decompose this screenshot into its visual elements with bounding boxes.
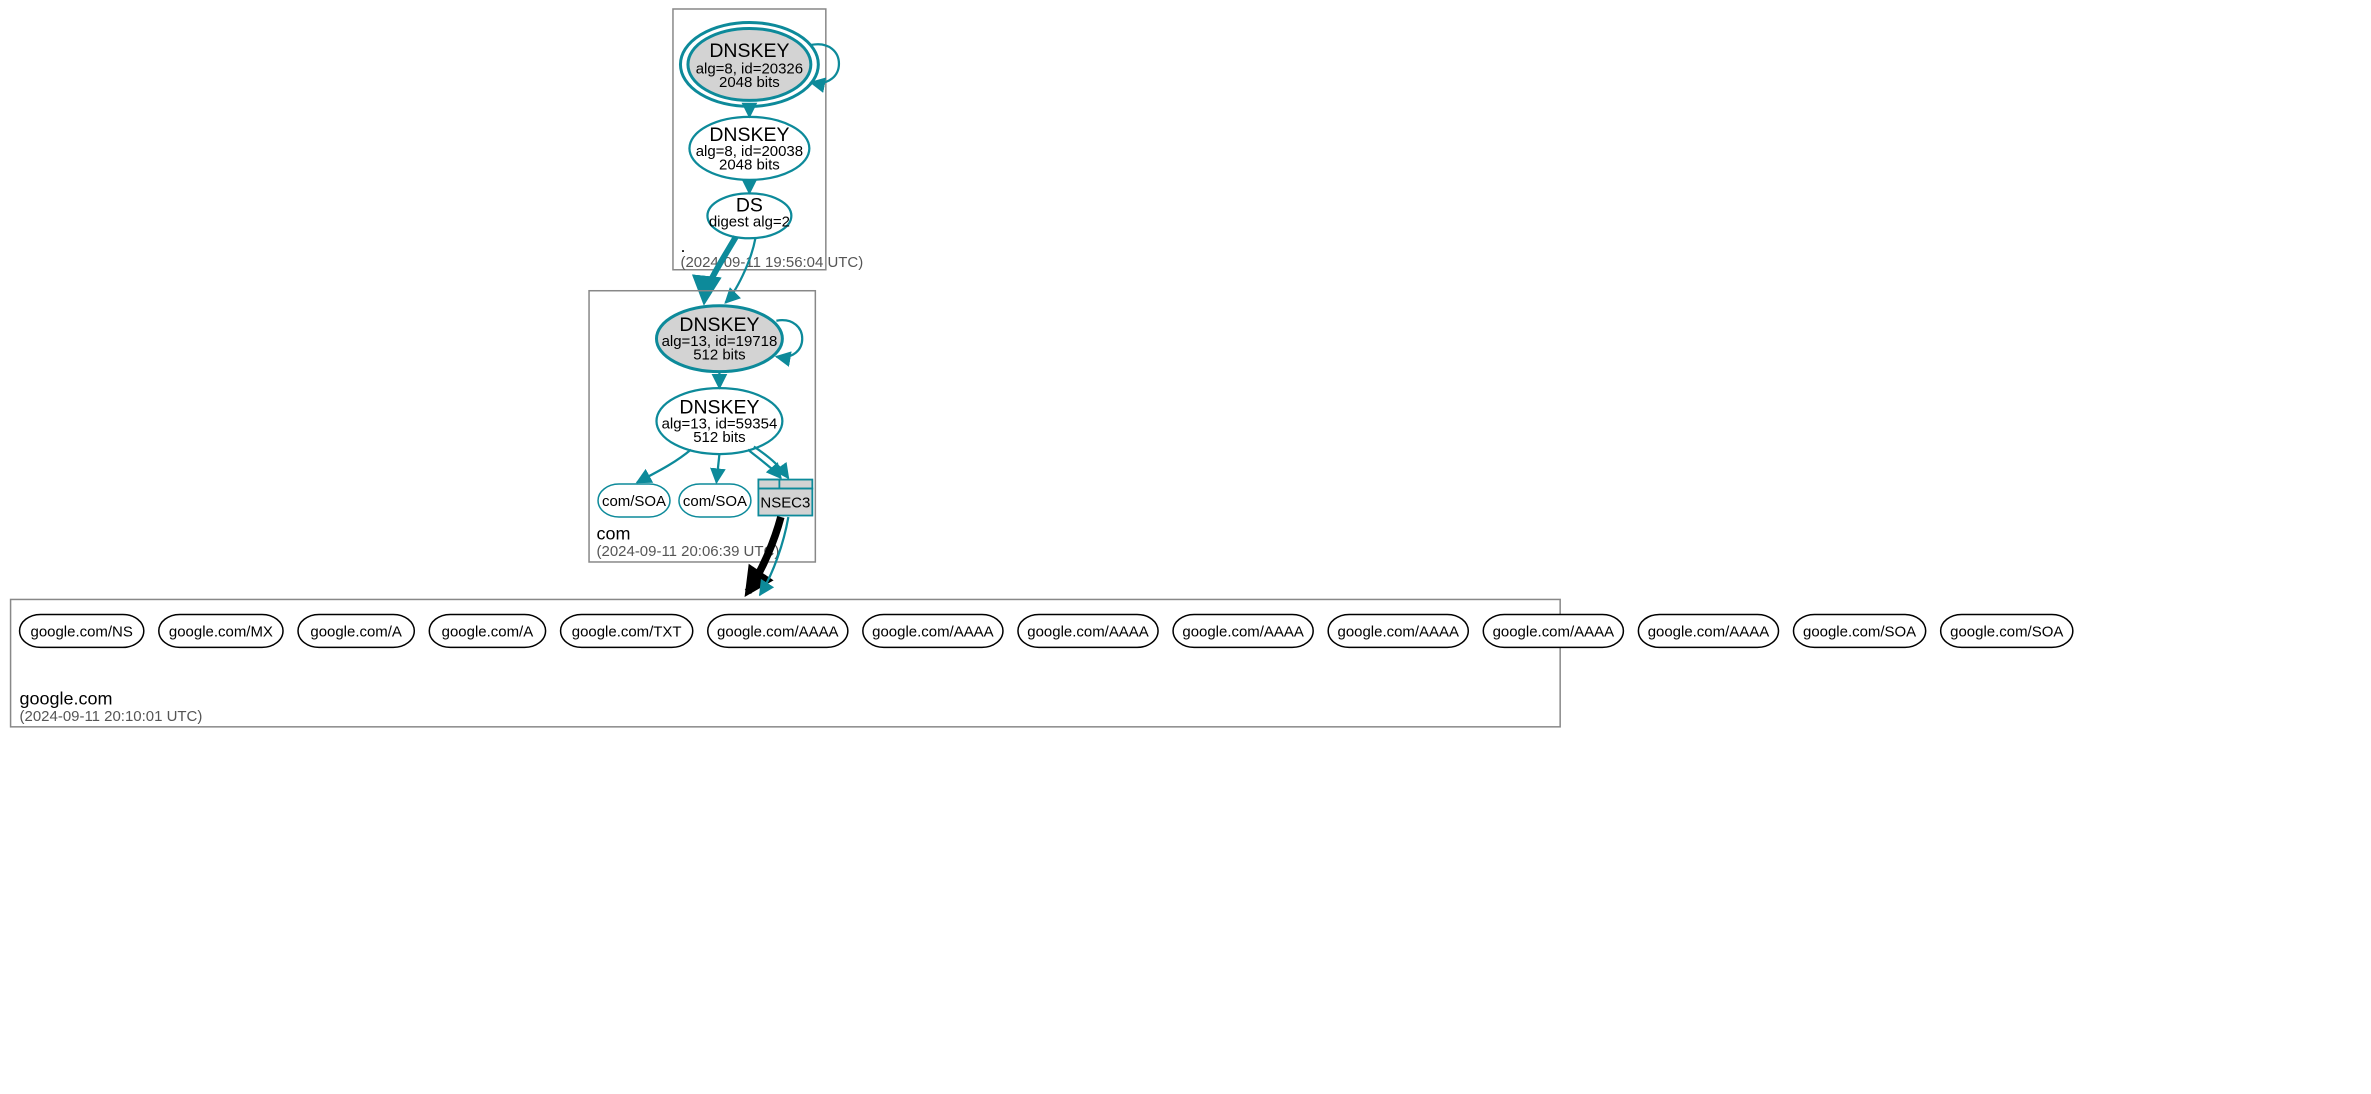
zone-root: DNSKEY alg=8, id=20326 2048 bits DNSKEY … [673, 9, 863, 271]
google-rr-node: google.com/SOA [1941, 614, 2073, 647]
google-rr-node: google.com/A [298, 614, 414, 647]
google-zone-ts: (2024-09-11 20:10:01 UTC) [20, 708, 203, 725]
google-rr-text: google.com/SOA [1950, 623, 2063, 640]
google-rr-text: google.com/MX [169, 623, 273, 640]
dnssec-graph: DNSKEY alg=8, id=20326 2048 bits DNSKEY … [0, 0, 2371, 1094]
google-rr-node: google.com/MX [159, 614, 283, 647]
google-rr-text: google.com/AAAA [1493, 623, 1614, 640]
google-rr-text: google.com/AAAA [1648, 623, 1769, 640]
google-rr-text: google.com/TXT [572, 623, 682, 640]
com-zone-label: com [597, 524, 631, 544]
google-rr-node: google.com/SOA [1793, 614, 1925, 647]
com-soa2-text: com/SOA [683, 493, 747, 510]
com-zsk-node: DNSKEY alg=13, id=59354 512 bits [656, 388, 782, 454]
zone-google: google.com/NS google.com/MX google.com/A go… [11, 599, 2073, 726]
edge-com-zsk-nsec3b [754, 447, 788, 478]
google-rr-text: google.com/A [442, 623, 534, 640]
com-ksk-node: DNSKEY alg=13, id=19718 512 bits [656, 306, 782, 372]
edge-com-zsk-soa2 [716, 454, 719, 482]
com-nsec3-node: NSEC3 [758, 480, 812, 516]
google-rr-node: google.com/AAAA [708, 614, 848, 647]
com-nsec3-text: NSEC3 [760, 494, 810, 511]
com-soa2-node: com/SOA [679, 484, 751, 517]
root-zsk-sub2: 2048 bits [719, 156, 780, 173]
root-ksk-sub2: 2048 bits [719, 74, 780, 91]
root-zone-ts: (2024-09-11 19:56:04 UTC) [680, 254, 863, 271]
google-rr-node: google.com/NS [20, 614, 144, 647]
google-zone-label: google.com [20, 688, 113, 708]
root-ds-node: DS digest alg=2 [707, 193, 791, 238]
google-rr-node: google.com/A [429, 614, 545, 647]
google-rr-node: google.com/AAAA [863, 614, 1003, 647]
root-ksk-title: DNSKEY [709, 40, 789, 62]
google-rr-node: google.com/AAAA [1018, 614, 1158, 647]
google-rr-text: google.com/NS [31, 623, 133, 640]
com-soa1-node: com/SOA [598, 484, 670, 517]
com-soa1-text: com/SOA [602, 493, 666, 510]
com-ksk-sub2: 512 bits [693, 347, 745, 364]
google-rr-text: google.com/SOA [1803, 623, 1916, 640]
google-rr-text: google.com/AAAA [1027, 623, 1148, 640]
google-rr-text: google.com/A [310, 623, 402, 640]
google-rr-node: google.com/AAAA [1173, 614, 1313, 647]
google-rr-node: google.com/AAAA [1638, 614, 1778, 647]
google-rr-text: google.com/AAAA [872, 623, 993, 640]
root-ksk-node: DNSKEY alg=8, id=20326 2048 bits [680, 22, 818, 106]
root-zsk-node: DNSKEY alg=8, id=20038 2048 bits [689, 117, 809, 180]
google-rr-node: google.com/AAAA [1483, 614, 1623, 647]
root-ds-sub: digest alg=2 [709, 213, 790, 230]
google-rr-node: google.com/AAAA [1328, 614, 1468, 647]
google-rr-text: google.com/AAAA [1337, 623, 1458, 640]
google-rr-text: google.com/AAAA [1182, 623, 1303, 640]
com-zone-ts: (2024-09-11 20:06:39 UTC) [597, 543, 780, 560]
edge-com-zsk-soa1 [637, 450, 691, 483]
com-zsk-sub2: 512 bits [693, 429, 745, 446]
google-rr-node: google.com/TXT [561, 614, 693, 647]
google-rr-text: google.com/AAAA [717, 623, 838, 640]
